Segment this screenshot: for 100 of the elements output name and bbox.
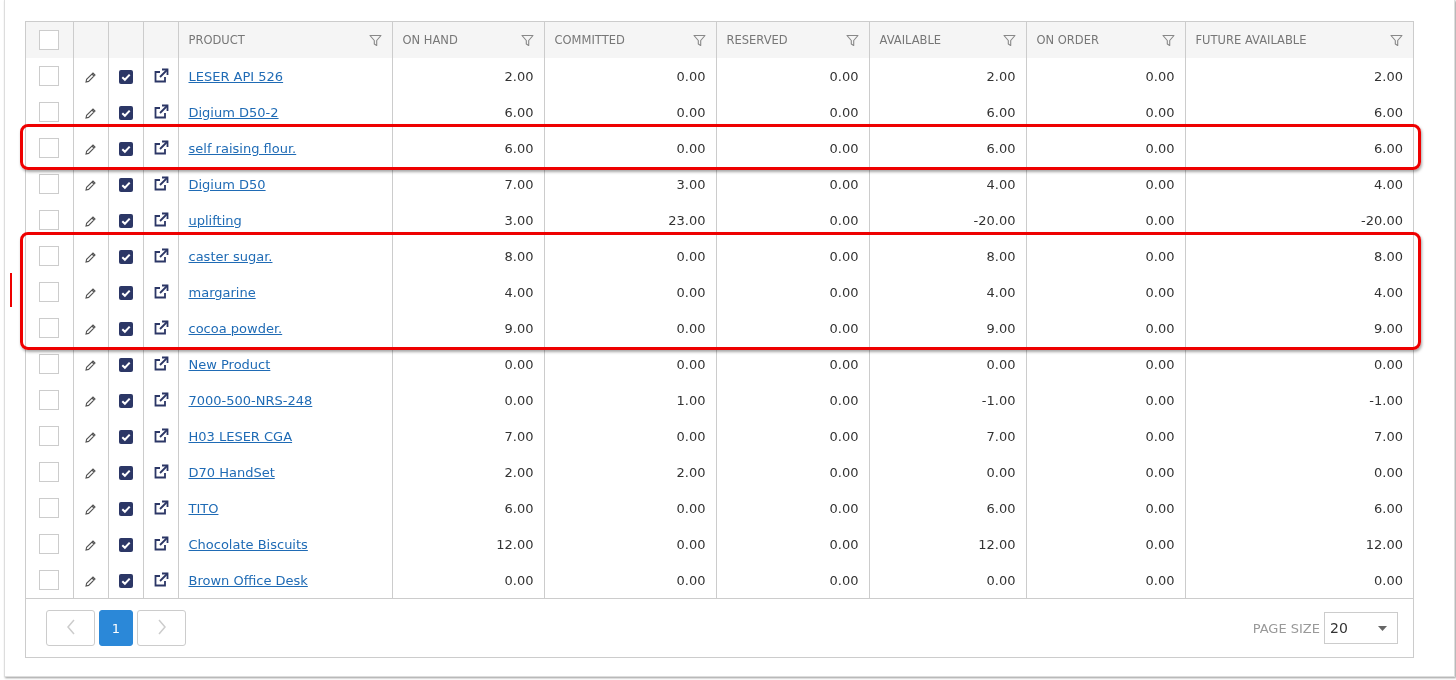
pencil-icon[interactable] [84,574,97,588]
column-header[interactable]: RESERVED [726,33,788,47]
external-link-icon[interactable] [152,392,169,409]
product-link[interactable]: self raising flour. [188,140,297,156]
product-link[interactable]: New Product [188,356,271,372]
external-link-icon[interactable] [152,140,169,157]
column-header[interactable]: PRODUCT [188,33,245,47]
column-header[interactable]: FUTURE AVAILABLE [1195,33,1307,47]
row-checkbox[interactable] [39,210,60,230]
checked-checkbox[interactable] [118,393,133,408]
product-link[interactable]: Brown Office Desk [188,572,308,588]
quantity-value: 0.00 [829,212,859,228]
checked-checkbox[interactable] [118,249,133,264]
external-link-icon[interactable] [152,320,169,337]
column-header[interactable]: ON HAND [402,33,458,47]
external-link-icon[interactable] [152,284,169,301]
external-link-icon[interactable] [152,464,169,481]
filter-icon[interactable] [845,33,859,47]
column-header[interactable]: AVAILABLE [879,33,942,47]
checked-checkbox[interactable] [118,141,133,156]
row-checkbox[interactable] [39,174,60,194]
external-link-icon[interactable] [152,248,169,265]
external-link-icon[interactable] [152,104,169,121]
row-checkbox[interactable] [39,282,60,302]
product-link[interactable]: TITO [188,500,219,516]
row-checkbox[interactable] [39,66,60,86]
external-link-icon[interactable] [152,500,169,517]
checked-checkbox[interactable] [118,573,133,588]
pencil-icon[interactable] [84,178,97,192]
row-checkbox[interactable] [39,354,60,374]
product-link[interactable]: uplifting [188,212,242,228]
column-header[interactable]: ON ORDER [1036,33,1099,47]
select-all-checkbox[interactable] [39,30,60,50]
checked-checkbox[interactable] [118,501,133,516]
row-checkbox[interactable] [39,138,60,158]
filter-icon[interactable] [368,33,382,47]
row-checkbox[interactable] [39,318,60,338]
product-link[interactable]: caster sugar. [188,248,273,264]
page-size-dropdown[interactable]: 20 [1324,612,1398,644]
filter-icon[interactable] [692,33,706,47]
external-link-icon[interactable] [152,212,169,229]
quantity-value: 0.00 [829,104,859,120]
external-link-icon[interactable] [152,176,169,193]
row-checkbox[interactable] [39,534,60,554]
product-link[interactable]: D70 HandSet [188,464,275,480]
external-link-icon[interactable] [152,536,169,553]
quantity-value: 0.00 [829,356,859,372]
pencil-icon[interactable] [84,286,97,300]
checked-checkbox[interactable] [118,69,133,84]
checked-checkbox[interactable] [118,321,133,336]
checked-checkbox[interactable] [118,105,133,120]
pencil-icon[interactable] [84,538,97,552]
pencil-icon[interactable] [84,358,97,372]
checked-checkbox[interactable] [118,357,133,372]
product-link[interactable]: cocoa powder. [188,320,283,336]
column-header[interactable]: COMMITTED [554,33,625,47]
pencil-icon[interactable] [84,466,97,480]
pencil-icon[interactable] [84,250,97,264]
checked-checkbox[interactable] [118,537,133,552]
checked-checkbox[interactable] [118,465,133,480]
page-button[interactable]: 1 [99,610,133,646]
pencil-icon[interactable] [84,142,97,156]
checked-checkbox[interactable] [118,429,133,444]
pencil-icon[interactable] [84,70,97,84]
product-link[interactable]: Chocolate Biscuits [188,536,308,552]
quantity-value: 7.00 [504,428,534,444]
row-checkbox[interactable] [39,498,60,518]
row-checkbox[interactable] [39,102,60,122]
filter-icon[interactable] [520,33,534,47]
external-link-icon[interactable] [152,356,169,373]
product-link[interactable]: 7000-500-NRS-248 [188,392,313,408]
external-link-icon[interactable] [152,572,169,589]
external-link-icon[interactable] [152,428,169,445]
external-link-icon[interactable] [152,68,169,85]
row-checkbox[interactable] [39,426,60,446]
quantity-value: 6.00 [1374,140,1403,156]
pencil-icon[interactable] [84,106,97,120]
pencil-icon[interactable] [84,394,97,408]
caret-icon [1378,625,1387,631]
product-link[interactable]: LESER API 526 [188,68,284,84]
pencil-icon[interactable] [84,322,97,336]
checked-checkbox[interactable] [118,285,133,300]
row-checkbox[interactable] [39,390,60,410]
chevron-right-icon [156,618,167,635]
quantity-value: 9.00 [1374,320,1403,336]
product-link[interactable]: Digium D50-2 [188,104,279,120]
pencil-icon[interactable] [84,430,97,444]
filter-icon[interactable] [1390,33,1403,47]
row-checkbox[interactable] [39,246,60,266]
pencil-icon[interactable] [84,502,97,516]
product-link[interactable]: H03 LESER CGA [188,428,293,444]
checked-checkbox[interactable] [118,177,133,192]
product-link[interactable]: margarine [188,284,256,300]
checked-checkbox[interactable] [118,213,133,228]
product-link[interactable]: Digium D50 [188,176,266,192]
row-checkbox[interactable] [39,570,60,590]
filter-icon[interactable] [1002,33,1016,47]
row-checkbox[interactable] [39,462,60,482]
pencil-icon[interactable] [84,214,97,228]
filter-icon[interactable] [1161,33,1175,47]
